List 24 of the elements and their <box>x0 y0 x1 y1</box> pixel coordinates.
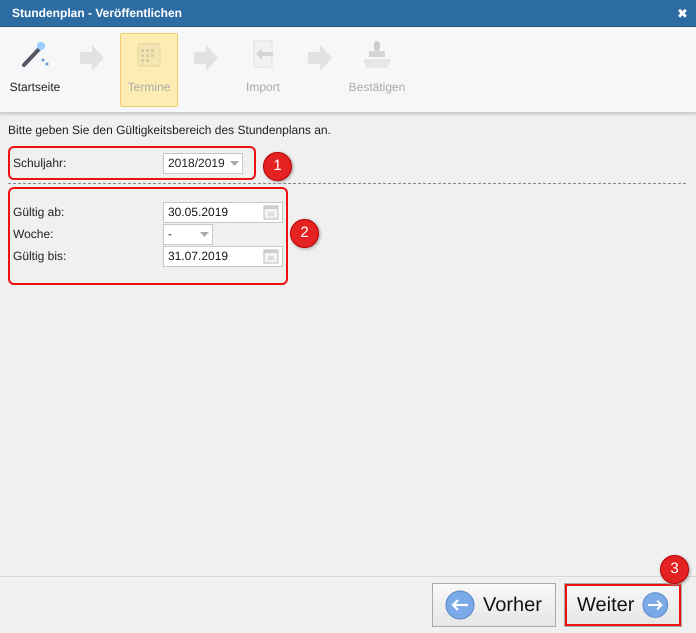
calendar-icon[interactable] <box>263 248 279 264</box>
back-button[interactable]: Vorher <box>432 583 556 627</box>
instruction-text: Bitte geben Sie den Gültigkeitsbereich des Stundenplans an. <box>8 122 332 139</box>
wizard-step[interactable]: Startseite <box>6 33 64 107</box>
field-label: Woche: <box>13 226 54 243</box>
field-label: Schuljahr: <box>13 155 68 172</box>
stamp-icon <box>361 38 393 70</box>
close-button[interactable]: ✖ <box>675 6 690 20</box>
date-field[interactable]: 31.07.2019 <box>163 246 283 266</box>
callout-badge: 1 <box>263 152 292 181</box>
field-label: Gültig bis: <box>13 248 68 265</box>
dropdown[interactable]: - <box>163 224 213 244</box>
next-button[interactable]: Weiter <box>564 583 682 627</box>
arrow-left-icon <box>445 590 475 620</box>
dropdown[interactable]: 2018/2019 <box>163 152 243 174</box>
arrow-right-icon <box>642 590 669 620</box>
caret-icon <box>200 232 209 236</box>
callout-badge: 2 <box>290 219 319 248</box>
field-label: Gültig ab: <box>13 204 66 221</box>
date-field[interactable]: 30.05.2019 <box>163 202 283 222</box>
window-title: Stundenplan - Veröffentlichen <box>12 5 182 22</box>
caret-icon <box>230 160 239 166</box>
callout-badge: 3 <box>660 555 689 584</box>
calendar-icon[interactable] <box>263 204 279 220</box>
